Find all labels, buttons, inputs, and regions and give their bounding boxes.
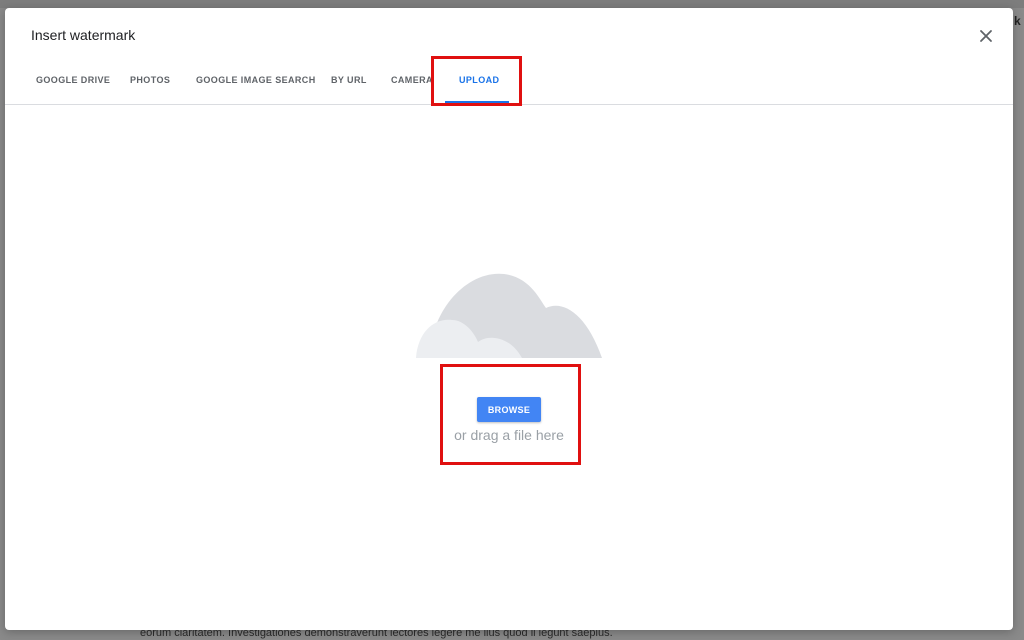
background-edge-text: k (1014, 14, 1021, 28)
close-button[interactable] (974, 24, 998, 48)
tab-google-image-search[interactable]: GOOGLE IMAGE SEARCH (196, 74, 316, 86)
dialog-title: Insert watermark (31, 27, 136, 43)
drag-drop-hint: or drag a file here (454, 427, 564, 443)
browse-button[interactable]: BROWSE (477, 397, 541, 422)
insert-watermark-dialog: Insert watermark GOOGLE DRIVE PHOTOS GOO… (5, 8, 1013, 630)
close-icon (980, 30, 992, 42)
tab-camera[interactable]: CAMERA (391, 74, 433, 86)
highlight-box-upload-tab (431, 56, 522, 106)
cloud-upload-icon (416, 273, 602, 358)
tab-photos[interactable]: PHOTOS (130, 74, 170, 86)
tab-by-url[interactable]: BY URL (331, 74, 367, 86)
tab-google-drive[interactable]: GOOGLE DRIVE (36, 74, 110, 86)
background-page-strip (0, 0, 1024, 8)
